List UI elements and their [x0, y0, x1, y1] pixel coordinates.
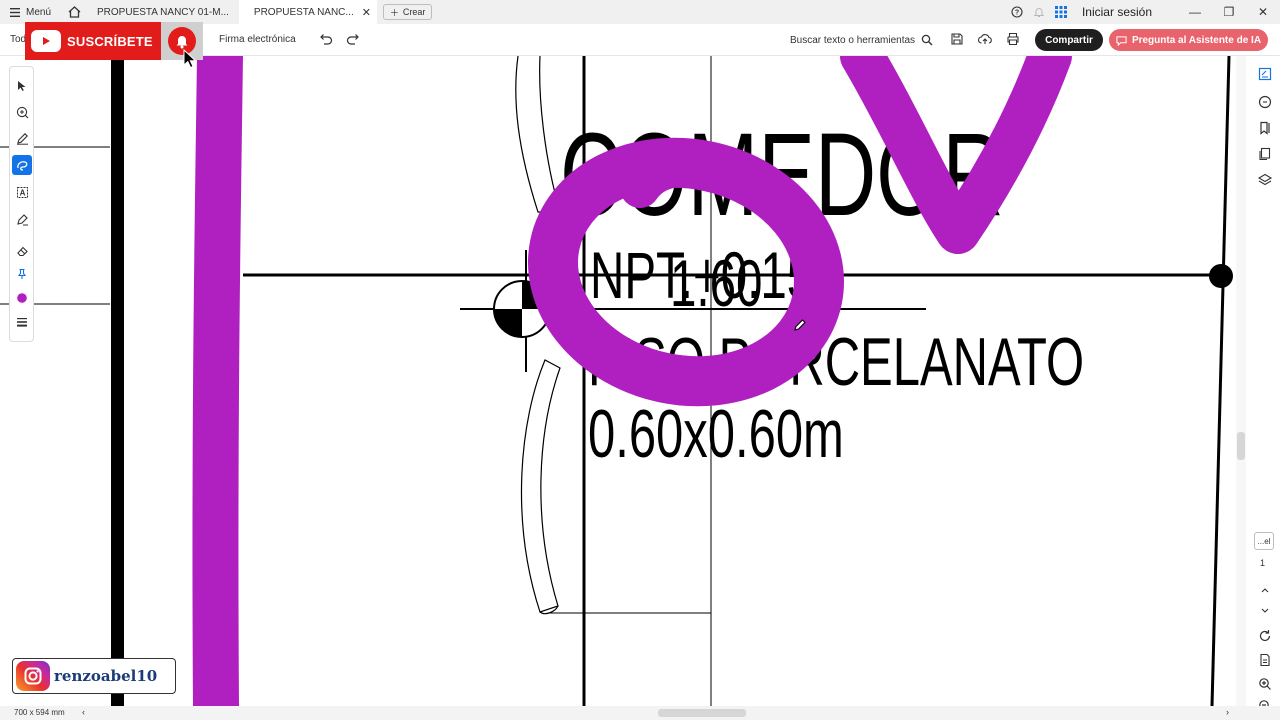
tabbar-right-group: ? Iniciar sesión — ❐ ✕ — [1006, 0, 1280, 24]
pin-icon — [17, 268, 27, 279]
youtube-logo-icon — [31, 30, 61, 52]
bell-icon — [176, 36, 188, 49]
pages-panel-icon[interactable] — [1257, 146, 1273, 162]
minimize-button[interactable]: — — [1178, 0, 1212, 24]
browser-tab-bar: Menú PROPUESTA NANCY 01-M... PROPUESTA N… — [0, 0, 1280, 24]
ai-assistant-label: Pregunta al Asistente de IA — [1131, 34, 1262, 46]
close-window-button[interactable]: ✕ — [1246, 0, 1280, 24]
instagram-handle-overlay: renzoabel10 — [12, 658, 176, 694]
bell-icon — [1033, 8, 1045, 17]
menu-button[interactable]: Menú — [0, 0, 61, 24]
vertical-scroll-track[interactable] — [1236, 56, 1246, 706]
apps-button[interactable] — [1050, 0, 1072, 24]
rotate-icon[interactable] — [1257, 628, 1273, 644]
create-button[interactable]: ＋ Crear — [382, 4, 433, 20]
svg-text:?: ? — [1015, 10, 1019, 17]
search-icon — [921, 34, 933, 46]
instagram-logo-icon — [16, 661, 50, 691]
subscribe-label: SUSCRÍBETE — [67, 33, 153, 49]
color-picker-button[interactable] — [12, 288, 32, 308]
page-number-input[interactable]: ...el — [1254, 532, 1274, 550]
highlight-tool-button[interactable] — [12, 128, 32, 148]
home-icon — [68, 6, 80, 18]
plus-icon: ＋ — [389, 7, 399, 18]
pin-tool-button[interactable] — [12, 264, 32, 284]
pen-nib-icon — [16, 213, 28, 225]
status-bar: 700 x 594 mm ‹ › — [0, 706, 1280, 720]
annotation-stroke-tail — [620, 148, 692, 208]
tab-document-2[interactable]: PROPUESTA NANC... ✕ — [238, 0, 377, 24]
mouse-pointer-icon — [183, 49, 197, 69]
text-box-tool-button[interactable]: A — [12, 182, 32, 202]
comment-tool-button[interactable] — [12, 102, 32, 122]
chevron-down-icon[interactable] — [1257, 602, 1273, 618]
restore-icon: ❐ — [1223, 5, 1235, 19]
bookmark-panel-icon[interactable] — [1257, 120, 1273, 136]
share-button[interactable]: Compartir — [1035, 29, 1103, 51]
eraser-tool-button[interactable] — [12, 240, 32, 260]
draw-freehand-tool-button[interactable] — [12, 155, 32, 175]
login-link[interactable]: Iniciar sesión — [1082, 5, 1152, 19]
color-swatch-icon — [17, 293, 27, 303]
help-icon: ? — [1011, 6, 1023, 18]
save-icon[interactable] — [949, 31, 965, 47]
page-size-label: 700 x 594 mm — [14, 708, 65, 717]
create-label: Crear — [402, 7, 426, 17]
ai-assistant-icon — [1116, 35, 1127, 46]
youtube-subscribe-overlay[interactable]: SUSCRÍBETE — [25, 22, 161, 60]
home-button[interactable] — [61, 0, 87, 24]
hamburger-icon — [10, 7, 20, 17]
search-tools-button[interactable]: Buscar texto o herramientas — [790, 34, 933, 46]
line-weight-icon — [17, 318, 27, 327]
page-number-label: 1 — [1260, 558, 1266, 568]
document-canvas[interactable]: COMEDOR NPT.+0.15 1.60 PISO PORCELANATO … — [0, 56, 1246, 706]
freehand-annotation-layer — [192, 56, 1072, 706]
scroll-left-icon[interactable]: ‹ — [82, 707, 85, 717]
annotation-checkmark — [840, 56, 1072, 254]
eraser-icon — [16, 246, 28, 256]
pen-cursor-icon — [794, 319, 806, 331]
markup-tool-palette: A — [9, 66, 34, 342]
freehand-draw-icon — [16, 160, 27, 171]
close-tab-icon[interactable]: ✕ — [362, 6, 371, 19]
menu-label: Menú — [26, 6, 52, 18]
right-side-rail — [1250, 56, 1280, 712]
all-tools-label[interactable]: Tod — [10, 34, 26, 45]
redo-icon[interactable] — [345, 31, 361, 47]
zoom-in-icon[interactable] — [1257, 676, 1273, 692]
scroll-right-icon[interactable]: › — [1226, 707, 1229, 717]
horizontal-scroll-thumb[interactable] — [658, 709, 746, 717]
ai-assistant-button[interactable]: Pregunta al Asistente de IA — [1109, 29, 1268, 51]
maximize-button[interactable]: ❐ — [1212, 0, 1246, 24]
e-signature-button[interactable]: Firma electrónica — [219, 34, 296, 45]
vertical-scroll-thumb[interactable] — [1237, 432, 1245, 460]
svg-text:A: A — [19, 188, 25, 197]
undo-icon[interactable] — [318, 31, 334, 47]
notifications-button[interactable] — [1028, 0, 1050, 24]
page-fit-icon[interactable] — [1257, 652, 1273, 668]
stroke-width-button[interactable] — [12, 312, 32, 332]
edit-panel-icon[interactable] — [1257, 66, 1273, 82]
minimize-icon: — — [1189, 5, 1201, 19]
tab-label: PROPUESTA NANC... — [253, 6, 354, 18]
signature-tool-button[interactable] — [12, 209, 32, 229]
help-button[interactable]: ? — [1006, 0, 1028, 24]
instagram-handle: renzoabel10 — [54, 667, 158, 685]
pencil-icon — [16, 132, 28, 145]
tab-document-1[interactable]: PROPUESTA NANCY 01-M... — [87, 0, 239, 24]
comment-icon — [16, 106, 28, 118]
print-icon[interactable] — [1005, 31, 1021, 47]
apps-grid-icon — [1054, 6, 1067, 18]
tab-label: PROPUESTA NANCY 01-M... — [97, 6, 229, 18]
close-icon: ✕ — [1257, 5, 1269, 19]
comments-panel-icon[interactable] — [1257, 94, 1273, 110]
chevron-up-icon[interactable] — [1257, 582, 1273, 598]
cloud-upload-icon[interactable] — [977, 31, 993, 47]
search-tools-label: Buscar texto o herramientas — [790, 34, 916, 46]
layers-panel-icon[interactable] — [1257, 172, 1273, 188]
select-tool-button[interactable] — [12, 76, 32, 96]
cursor-arrow-icon — [18, 81, 26, 91]
annotation-stroke-vertical — [192, 56, 243, 706]
text-box-icon: A — [16, 186, 28, 198]
